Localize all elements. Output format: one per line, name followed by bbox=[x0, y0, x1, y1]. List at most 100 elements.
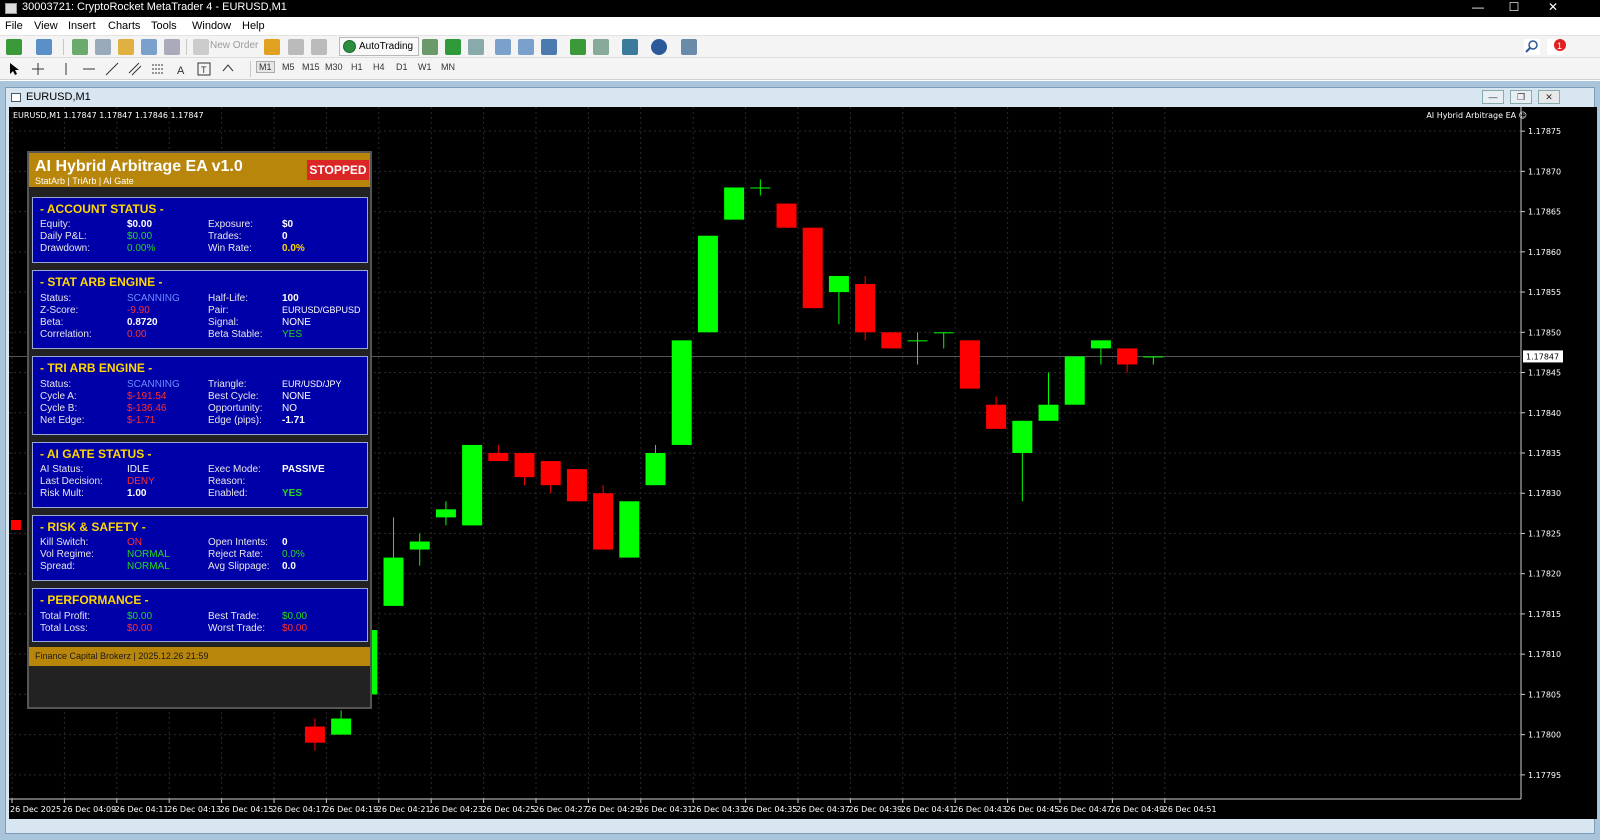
vol-regime-label: Vol Regime: bbox=[40, 549, 94, 560]
zscore-value: -9.90 bbox=[127, 305, 150, 316]
cycle-b-label: Cycle B: bbox=[40, 403, 78, 414]
candle-body bbox=[671, 340, 692, 445]
opportunity-label: Opportunity: bbox=[208, 403, 263, 414]
navigator-icon[interactable] bbox=[118, 39, 134, 55]
trendline-icon[interactable] bbox=[104, 61, 120, 77]
daily-pl-value: $0.00 bbox=[127, 231, 153, 242]
status-badge[interactable]: STOPPED bbox=[307, 160, 369, 180]
x-tick-label: 26 Dec 04:47 bbox=[1058, 805, 1112, 814]
vol-regime-value: NORMAL bbox=[127, 549, 170, 560]
profiles-icon[interactable] bbox=[36, 39, 52, 55]
print-icon[interactable] bbox=[288, 39, 304, 55]
x-tick-label: 26 Dec 04:51 bbox=[1163, 805, 1217, 814]
drawdown-value: 0.00% bbox=[127, 243, 156, 254]
strategy-tester-icon[interactable] bbox=[164, 39, 180, 55]
candle-body bbox=[750, 187, 771, 189]
data-window-icon[interactable] bbox=[95, 39, 111, 55]
equity-label: Equity: bbox=[40, 219, 71, 230]
vertical-line-icon[interactable] bbox=[58, 61, 74, 77]
current-price-label: 1.17847 bbox=[1526, 352, 1559, 361]
menu-help[interactable]: Help bbox=[242, 20, 265, 32]
menu-file[interactable]: File bbox=[5, 20, 23, 32]
search-icon[interactable] bbox=[1524, 39, 1540, 55]
y-tick-label: 1.17865 bbox=[1528, 208, 1561, 217]
price-marker bbox=[11, 520, 21, 530]
y-tick-label: 1.17795 bbox=[1528, 771, 1561, 780]
chart-restore-button[interactable]: ❐ bbox=[1510, 90, 1532, 104]
timeframe-w1[interactable]: W1 bbox=[418, 62, 432, 72]
bar-chart-icon[interactable] bbox=[422, 39, 438, 55]
candle-body bbox=[1012, 420, 1033, 453]
x-tick-label: 26 Dec 04:21 bbox=[377, 805, 431, 814]
open-intents-label: Open Intents: bbox=[208, 537, 269, 548]
triarb-status-label: Status: bbox=[40, 379, 72, 390]
x-tick-label: 26 Dec 2025 bbox=[10, 805, 61, 814]
expert-advisor-name: AI Hybrid Arbitrage EA ☺ bbox=[1426, 111, 1527, 120]
reject-rate-label: Reject Rate: bbox=[208, 549, 264, 560]
market-watch-icon[interactable] bbox=[72, 39, 88, 55]
timeframe-d1[interactable]: D1 bbox=[396, 62, 408, 72]
text-icon[interactable]: A bbox=[173, 61, 189, 77]
metaeditor-icon[interactable] bbox=[264, 39, 280, 55]
candle-body bbox=[462, 444, 483, 526]
menu-charts[interactable]: Charts bbox=[108, 20, 140, 32]
candle-body bbox=[645, 453, 666, 486]
timeframe-h4[interactable]: H4 bbox=[373, 62, 385, 72]
last-decision-value: DENY bbox=[127, 476, 155, 487]
stat-arb-section: - STAT ARB ENGINE - Status: SCANNING Z-S… bbox=[32, 270, 368, 349]
autoscroll-icon[interactable] bbox=[593, 39, 609, 55]
section-header: - STAT ARB ENGINE - bbox=[40, 275, 163, 289]
indicators-icon[interactable] bbox=[622, 39, 638, 55]
candle-body bbox=[435, 509, 456, 518]
halflife-label: Half-Life: bbox=[208, 293, 249, 304]
timeframe-h1[interactable]: H1 bbox=[351, 62, 363, 72]
menu-insert[interactable]: Insert bbox=[68, 20, 96, 32]
timeframe-m1[interactable]: M1 bbox=[256, 61, 275, 73]
terminal-icon[interactable] bbox=[141, 39, 157, 55]
menu-tools[interactable]: Tools bbox=[151, 20, 177, 32]
section-header: - RISK & SAFETY - bbox=[40, 520, 146, 534]
fibonacci-icon[interactable] bbox=[150, 61, 166, 77]
arrows-icon[interactable] bbox=[220, 61, 236, 77]
autotrading-button[interactable]: AutoTrading bbox=[339, 37, 419, 56]
panel-footer: Finance Capital Brokerz | 2025.12.26 21:… bbox=[29, 647, 370, 666]
text-label-icon[interactable]: T bbox=[196, 61, 212, 77]
maximize-button[interactable]: ☐ bbox=[1496, 0, 1532, 17]
notifications-icon[interactable]: 1 bbox=[1547, 39, 1566, 55]
candle-body bbox=[593, 493, 614, 550]
zoom-in-icon[interactable] bbox=[495, 39, 511, 55]
new-order-button[interactable]: New Order bbox=[210, 40, 258, 51]
chart-minimize-button[interactable]: — bbox=[1482, 90, 1504, 104]
cursor-icon[interactable] bbox=[6, 61, 22, 77]
channel-icon[interactable] bbox=[127, 61, 143, 77]
line-chart-icon[interactable] bbox=[468, 39, 484, 55]
menu-view[interactable]: View bbox=[34, 20, 58, 32]
candle-body bbox=[331, 718, 352, 735]
crosshair-icon[interactable] bbox=[30, 61, 46, 77]
tile-windows-icon[interactable] bbox=[541, 39, 557, 55]
timeframe-mn[interactable]: MN bbox=[441, 62, 455, 72]
new-chart-icon[interactable] bbox=[6, 39, 22, 55]
minimize-button[interactable]: — bbox=[1460, 0, 1496, 17]
y-tick-label: 1.17830 bbox=[1528, 489, 1561, 498]
signals-icon[interactable] bbox=[311, 39, 327, 55]
close-button[interactable]: ✕ bbox=[1535, 0, 1571, 17]
candle-body bbox=[697, 235, 718, 333]
horizontal-line-icon[interactable] bbox=[81, 61, 97, 77]
zoom-out-icon[interactable] bbox=[518, 39, 534, 55]
chart-shift-icon[interactable] bbox=[570, 39, 586, 55]
timeframe-m15[interactable]: M15 bbox=[302, 62, 320, 72]
templates-icon[interactable] bbox=[681, 39, 697, 55]
candlestick-icon[interactable] bbox=[445, 39, 461, 55]
exposure-label: Exposure: bbox=[208, 219, 254, 230]
timeframe-m30[interactable]: M30 bbox=[325, 62, 343, 72]
chart-close-button[interactable]: ✕ bbox=[1538, 90, 1560, 104]
x-tick-label: 26 Dec 04:31 bbox=[639, 805, 693, 814]
correlation-value: 0.00 bbox=[127, 329, 147, 340]
tri-arb-section: - TRI ARB ENGINE - Status: SCANNING Cycl… bbox=[32, 356, 368, 435]
timeframe-m5[interactable]: M5 bbox=[282, 62, 295, 72]
halflife-value: 100 bbox=[282, 293, 299, 304]
menu-window[interactable]: Window bbox=[192, 20, 231, 32]
new-order-icon[interactable] bbox=[193, 39, 209, 55]
periods-icon[interactable] bbox=[651, 39, 667, 55]
